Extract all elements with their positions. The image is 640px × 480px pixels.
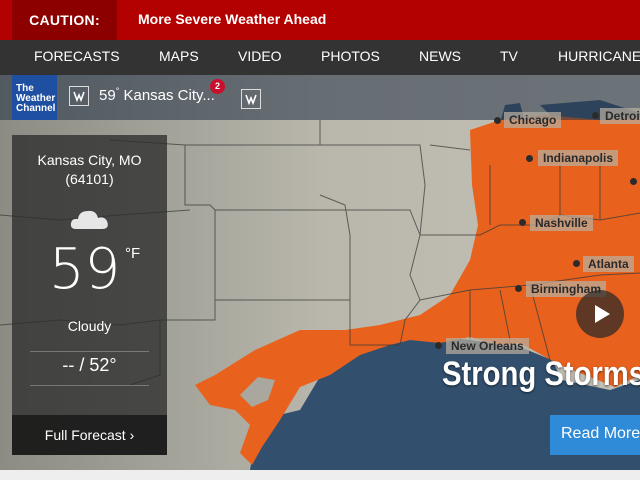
nav-news[interactable]: NEWS bbox=[419, 40, 461, 75]
city-dot bbox=[630, 178, 637, 185]
saved-location-city: Kansas City... bbox=[123, 87, 215, 104]
saved-location-temp: 59 bbox=[99, 87, 116, 104]
current-location: Kansas City, MO (64101) bbox=[12, 151, 167, 189]
current-zip: (64101) bbox=[65, 171, 114, 187]
city-label-nashville: Nashville bbox=[530, 215, 593, 231]
city-dot bbox=[592, 112, 599, 119]
city-label-atlanta: Atlanta bbox=[583, 256, 634, 272]
nav-tv[interactable]: TV bbox=[500, 40, 518, 75]
full-forecast-link[interactable]: Full Forecast › bbox=[12, 415, 167, 455]
current-condition: Cloudy bbox=[67, 318, 112, 334]
nav-hurricane[interactable]: HURRICANE bbox=[558, 40, 640, 75]
main-nav: FORECASTS MAPS VIDEO PHOTOS NEWS TV HURR… bbox=[0, 40, 640, 75]
add-location-icon[interactable] bbox=[241, 89, 261, 109]
city-dot bbox=[494, 117, 501, 124]
play-video-button[interactable] bbox=[576, 290, 624, 338]
high-low: -- / 52° bbox=[62, 355, 117, 375]
city-dot bbox=[526, 155, 533, 162]
city-label-new-orleans: New Orleans bbox=[446, 338, 529, 354]
read-more-button[interactable]: Read More bbox=[550, 415, 640, 455]
notification-badge[interactable]: 2 bbox=[210, 79, 225, 94]
current-temperature: 59 bbox=[49, 237, 121, 302]
city-label-indianapolis: Indianapolis bbox=[538, 150, 619, 166]
cloud-icon bbox=[70, 210, 108, 229]
city-dot bbox=[515, 285, 522, 292]
temperature-unit: °F bbox=[125, 245, 141, 262]
saved-location[interactable]: 59° Kansas City... bbox=[99, 86, 215, 104]
alert-label: CAUTION: bbox=[12, 0, 117, 40]
degree-symbol: ° bbox=[115, 86, 120, 96]
alert-bar[interactable]: CAUTION: More Severe Weather Ahead bbox=[0, 0, 640, 40]
alert-message[interactable]: More Severe Weather Ahead bbox=[138, 0, 326, 40]
nav-forecasts[interactable]: FORECASTS bbox=[34, 40, 120, 75]
nav-video[interactable]: VIDEO bbox=[238, 40, 282, 75]
divider bbox=[30, 385, 149, 386]
page-footer-strip bbox=[0, 470, 640, 480]
city-dot bbox=[573, 260, 580, 267]
current-conditions-card: Kansas City, MO (64101) 59 °F Cloudy -- … bbox=[12, 135, 167, 455]
city-label-chicago: Chicago bbox=[504, 112, 562, 128]
location-weather-icon[interactable] bbox=[69, 86, 89, 106]
divider bbox=[30, 351, 149, 352]
nav-photos[interactable]: PHOTOS bbox=[321, 40, 380, 75]
weather-channel-logo[interactable]: The Weather Channel bbox=[12, 75, 57, 120]
story-headline[interactable]: Strong Storms bbox=[442, 355, 640, 394]
city-dot bbox=[435, 342, 442, 349]
logo-line-3: Channel bbox=[16, 103, 56, 114]
current-city: Kansas City, MO bbox=[37, 152, 142, 168]
city-dot bbox=[519, 219, 526, 226]
nav-maps[interactable]: MAPS bbox=[159, 40, 199, 75]
city-label-detroit: Detroit bbox=[600, 108, 640, 124]
